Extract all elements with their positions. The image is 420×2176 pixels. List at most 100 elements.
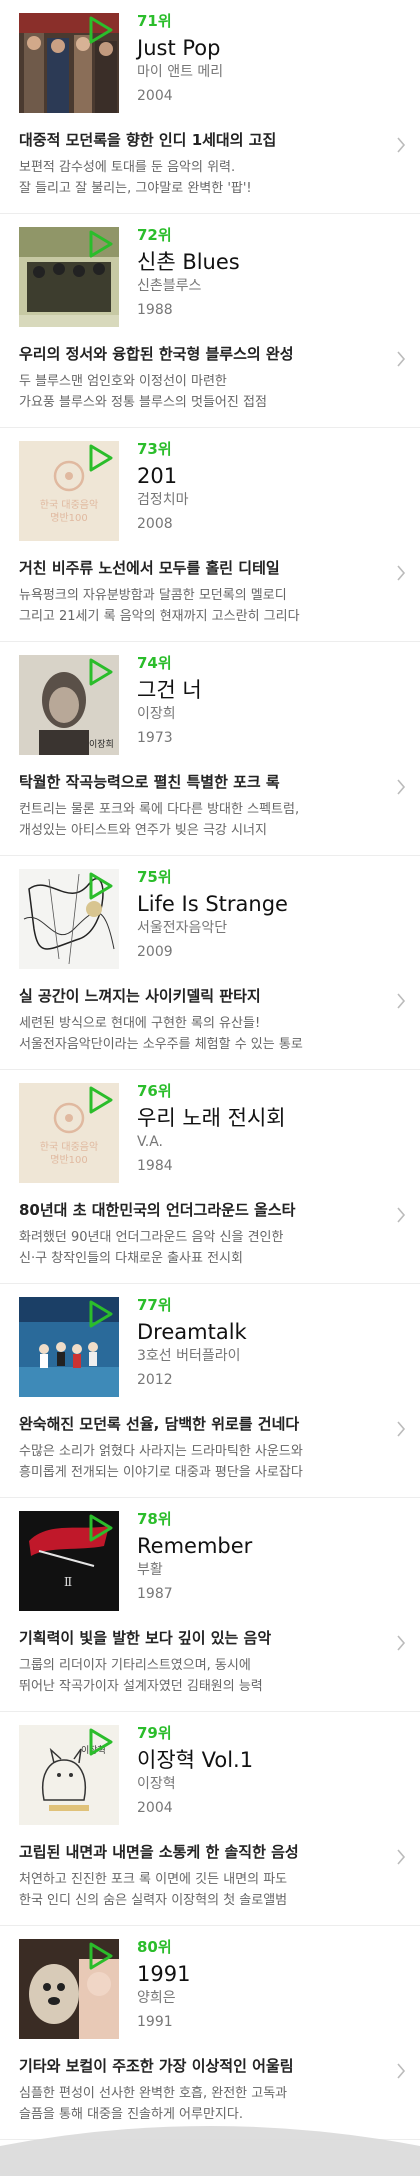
description-line: 서울전자음악단이라는 소우주를 체험할 수 있는 통로 <box>19 1037 303 1052</box>
album-title: 1991 <box>137 1962 191 1986</box>
album-list-item[interactable]: 한국 대중음악 명반100 73위 201 검정치마 2008 거친 비주류 노선에서 모두… <box>0 428 420 642</box>
album-year: 2004 <box>137 1800 173 1816</box>
album-description: 두 블루스맨 엄인호와 이정선이 마련한가요풍 블루스와 정통 블루스의 멋들어… <box>19 371 374 413</box>
album-meta: 75위 Life Is Strange 서울전자음악단 2009 <box>137 868 288 962</box>
svg-text:이장희: 이장희 <box>89 738 114 750</box>
album-rank: 74위 <box>137 654 172 672</box>
album-headline: 고립된 내면과 내면을 소통케 한 솔직한 음성 <box>19 1843 299 1861</box>
album-list-item[interactable]: 72위 신촌 Blues 신촌블루스 1988 우리의 정서와 융합된 한국형 블루스의… <box>0 214 420 428</box>
album-rank: 78위 <box>137 1510 172 1528</box>
description-line: 그룹의 리더이자 기타리스트였으며, 동시에 <box>19 1658 251 1673</box>
play-triangle-icon[interactable] <box>87 1300 115 1328</box>
album-headline: 실 공간이 느껴지는 사이키델릭 판타지 <box>19 987 261 1005</box>
chevron-right-icon[interactable] <box>396 350 406 368</box>
description-line: 그리고 21세기 록 음악의 현재까지 고스란히 그리다 <box>19 609 300 624</box>
album-title: 201 <box>137 464 178 488</box>
album-meta: 78위 Remember 부활 1987 <box>137 1510 252 1604</box>
album-meta: 76위 우리 노래 전시회 V.A. 1984 <box>137 1082 286 1176</box>
chevron-right-icon[interactable] <box>396 992 406 1010</box>
play-triangle-icon[interactable] <box>87 230 115 258</box>
album-artist: 부활 <box>137 1562 163 1578</box>
description-line: 뛰어난 작곡가이자 설계자였던 김태원의 능력 <box>19 1679 263 1694</box>
album-cover[interactable] <box>19 13 119 113</box>
chevron-right-icon[interactable] <box>396 1206 406 1224</box>
play-triangle-icon[interactable] <box>87 1942 115 1970</box>
album-list-item[interactable]: 이장희 74위 그건 너 이장희 1973 탁월한 작곡능력으로 펼친 특별한 포크 록컨… <box>0 642 420 856</box>
album-year: 2012 <box>137 1372 173 1388</box>
album-list-item[interactable]: 이장혁 79위 이장혁 Vol.1 이장혁 2004 고립된 내면과 내면을 소통케 한 … <box>0 1712 420 1926</box>
album-rank: 80위 <box>137 1938 172 1956</box>
description-line: 가요풍 블루스와 정통 블루스의 멋들어진 접점 <box>19 395 267 410</box>
play-triangle-icon[interactable] <box>87 16 115 44</box>
album-list-item[interactable]: 80위 1991 양희은 1991 기타와 보컬이 주조한 가장 이상적인 어울림 심플한… <box>0 1926 420 2140</box>
album-cover[interactable]: 이장혁 <box>19 1725 119 1825</box>
album-headline: 기획력이 빛을 발한 보다 깊이 있는 음악 <box>19 1629 272 1647</box>
album-rank: 77위 <box>137 1296 172 1314</box>
album-list-item[interactable]: 75위 Life Is Strange 서울전자음악단 2009 실 공간이 느껴지는 … <box>0 856 420 1070</box>
album-description: 화려했던 90년대 언더그라운드 음악 신을 견인한신·구 창작인들의 다채로운… <box>19 1227 374 1269</box>
album-headline: 거친 비주류 노선에서 모두를 홀린 디테일 <box>19 559 280 577</box>
description-line: 두 블루스맨 엄인호와 이정선이 마련한 <box>19 374 227 389</box>
description-line: 화려했던 90년대 언더그라운드 음악 신을 견인한 <box>19 1230 284 1245</box>
album-year: 1987 <box>137 1586 173 1602</box>
album-meta: 79위 이장혁 Vol.1 이장혁 2004 <box>137 1724 253 1818</box>
chevron-right-icon[interactable] <box>396 136 406 154</box>
album-cover[interactable] <box>19 227 119 327</box>
chevron-right-icon[interactable] <box>396 2062 406 2080</box>
play-triangle-icon[interactable] <box>87 444 115 472</box>
album-cover[interactable]: 한국 대중음악 명반100 <box>19 1083 119 1183</box>
album-title: 그건 너 <box>137 678 202 702</box>
album-cover[interactable] <box>19 869 119 969</box>
album-rank: 75위 <box>137 868 172 886</box>
description-line: 한국 인디 신의 숨은 실력자 이장혁의 첫 솔로앨범 <box>19 1893 288 1908</box>
play-triangle-icon[interactable] <box>87 872 115 900</box>
album-rank: 79위 <box>137 1724 172 1742</box>
album-meta: 72위 신촌 Blues 신촌블루스 1988 <box>137 226 240 320</box>
album-title: Life Is Strange <box>137 892 288 916</box>
album-description: 처연하고 진진한 포크 록 이면에 깃든 내면의 파도 한국 인디 신의 숨은 실… <box>19 1869 374 1911</box>
description-line: 세련된 방식으로 현대에 구현한 록의 유산들! <box>19 1016 261 1031</box>
placeholder-line-2: 명반100 <box>50 1155 88 1166</box>
album-meta: 77위 Dreamtalk 3호선 버터플라이 2012 <box>137 1296 247 1390</box>
album-artist: V.A. <box>137 1134 164 1150</box>
album-cover[interactable] <box>19 1939 119 2039</box>
play-triangle-icon[interactable] <box>87 1514 115 1542</box>
chevron-right-icon[interactable] <box>396 1634 406 1652</box>
album-meta: 73위 201 검정치마 2008 <box>137 440 189 534</box>
album-artist: 3호선 버터플라이 <box>137 1348 241 1364</box>
description-line: 수많은 소리가 얽혔다 사라지는 드라마틱한 사운드와 <box>19 1444 303 1459</box>
album-description: 그룹의 리더이자 기타리스트였으며, 동시에뛰어난 작곡가이자 설계자였던 김태… <box>19 1655 374 1697</box>
album-title: Dreamtalk <box>137 1320 247 1344</box>
album-list-item[interactable]: Ⅱ 78위 Remember 부활 1987 기획력이 빛을 발한 보다 깊이 있는 음악… <box>0 1498 420 1712</box>
album-year: 1973 <box>137 730 173 746</box>
album-meta: 80위 1991 양희은 1991 <box>137 1938 190 2032</box>
description-line: 심플한 편성이 선사한 완벽한 호흡, 완전한 고독과 <box>19 2086 288 2101</box>
album-year: 2009 <box>137 944 173 960</box>
album-cover[interactable]: 이장희 <box>19 655 119 755</box>
album-cover[interactable]: 한국 대중음악 명반100 <box>19 441 119 541</box>
placeholder-line-1: 한국 대중음악 <box>39 500 99 511</box>
play-triangle-icon[interactable] <box>87 1086 115 1114</box>
album-year: 1991 <box>137 2014 173 2030</box>
chevron-right-icon[interactable] <box>396 564 406 582</box>
description-line: 신·구 창작인들의 다채로운 출사표 전시회 <box>19 1251 243 1266</box>
album-artist: 이장혁 <box>137 1776 176 1792</box>
album-artist: 서울전자음악단 <box>137 920 228 936</box>
album-list-item[interactable]: 71위 Just Pop 마이 앤트 메리 2004 대중적 모던록을 향한 인디 1세… <box>0 0 420 214</box>
album-cover[interactable] <box>19 1297 119 1397</box>
album-rank: 71위 <box>137 12 172 30</box>
chevron-right-icon[interactable] <box>396 1848 406 1866</box>
play-triangle-icon[interactable] <box>87 1728 115 1756</box>
album-cover[interactable]: Ⅱ <box>19 1511 119 1611</box>
album-year: 2008 <box>137 516 173 532</box>
chevron-right-icon[interactable] <box>396 1420 406 1438</box>
play-triangle-icon[interactable] <box>87 658 115 686</box>
album-headline: 기타와 보컬이 주조한 가장 이상적인 어울림 <box>19 2057 294 2075</box>
album-description: 컨트리는 물론 포크와 록에 다다른 방대한 스펙트럼, 개성있는 아티스트와 연… <box>19 799 374 841</box>
album-headline: 80년대 초 대한민국의 언더그라운드 올스타 <box>19 1201 296 1219</box>
description-line: 잘 들리고 잘 불리는, 그야말로 완벽한 '팝'! <box>19 181 252 196</box>
album-list-item[interactable]: 77위 Dreamtalk 3호선 버터플라이 2012 완숙해진 모던록 선율, 담백… <box>0 1284 420 1498</box>
album-artist: 마이 앤트 메리 <box>137 64 224 80</box>
album-list-item[interactable]: 한국 대중음악 명반100 76위 우리 노래 전시회 V.A. 1984 80년대 초 대… <box>0 1070 420 1284</box>
chevron-right-icon[interactable] <box>396 778 406 796</box>
